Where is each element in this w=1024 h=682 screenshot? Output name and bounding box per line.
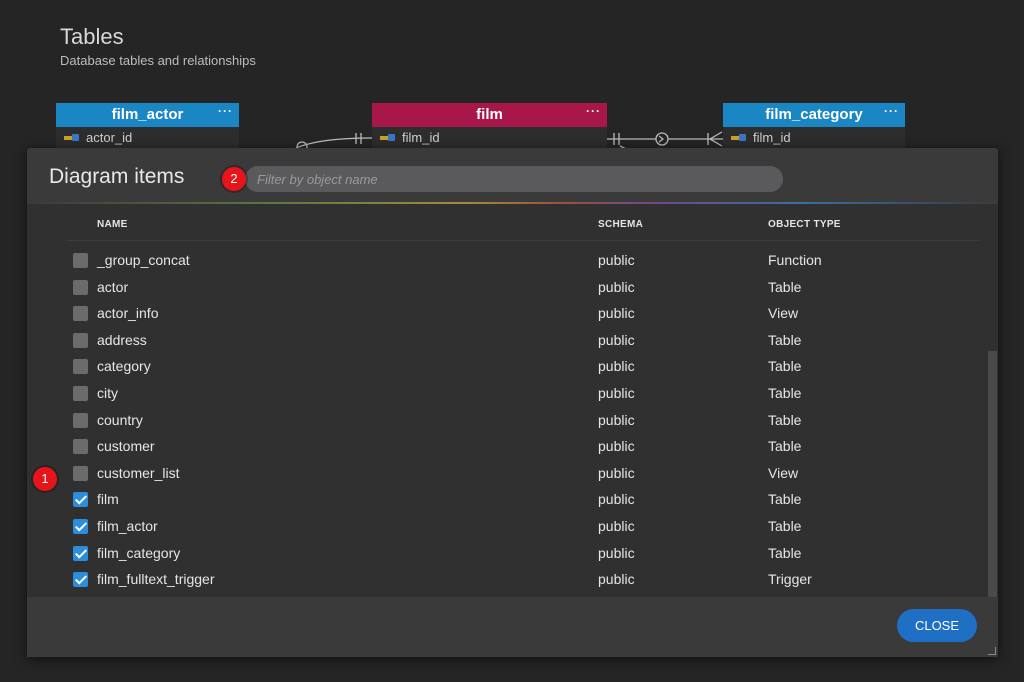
table-row[interactable]: actor_info public View [27, 301, 987, 327]
table-row[interactable]: category public Table [27, 354, 987, 380]
table-row[interactable]: _group_concat public Function [27, 248, 987, 274]
table-row[interactable]: customer public Table [27, 434, 987, 460]
items-list[interactable]: NAME SCHEMA OBJECT TYPE _group_concatpub… [27, 204, 987, 597]
row-type: Table [768, 438, 802, 455]
column-divider [67, 240, 979, 241]
row-schema: public [598, 411, 635, 428]
row-schema: public [598, 385, 635, 401]
row-checkbox[interactable] [73, 332, 88, 348]
filter-input[interactable] [245, 166, 783, 192]
row-checkbox[interactable] [73, 306, 88, 322]
row-type: Table [768, 491, 802, 508]
column-header-type[interactable]: OBJECT TYPE [768, 219, 841, 230]
table-row[interactable]: city public Table [27, 381, 987, 407]
dialog-footer: CLOSE [27, 597, 998, 657]
table-row[interactable]: film_fulltext_trigger public Trigger [27, 567, 987, 593]
row-checkbox[interactable] [73, 545, 88, 561]
row-type: Table [768, 411, 802, 428]
table-row[interactable]: film_actor public Table [27, 514, 987, 540]
row-type: Table [768, 278, 802, 295]
dialog-title: Diagram items [49, 165, 185, 188]
row-checkbox[interactable] [73, 439, 88, 455]
row-name: customer_list [97, 464, 180, 481]
row-name: address [97, 331, 147, 348]
row-checkbox[interactable] [73, 572, 88, 588]
resize-grip-icon[interactable] [988, 647, 996, 655]
row-checkbox[interactable] [73, 412, 88, 428]
row-schema: public [598, 331, 635, 348]
row-schema: public [598, 518, 635, 534]
annotation-badge-1: 1 [33, 467, 57, 491]
table-row[interactable]: film public Table [27, 487, 987, 513]
row-checkbox[interactable] [73, 519, 88, 534]
scrollbar[interactable] [987, 204, 998, 597]
row-checkbox[interactable] [73, 465, 88, 481]
row-type: Trigger [768, 571, 812, 588]
row-name: country [97, 411, 143, 428]
diagram-items-dialog: Diagram items NAME SCHEMA OBJECT TYPE _g… [27, 148, 998, 657]
row-schema: public [598, 464, 635, 481]
table-row[interactable]: customer_list public View [27, 461, 987, 487]
column-header-schema[interactable]: SCHEMA [598, 219, 643, 230]
row-type: Table [768, 544, 802, 561]
row-name: film [97, 491, 119, 508]
row-type: View [768, 464, 799, 481]
row-type: Table [768, 331, 802, 348]
row-schema: public [598, 438, 635, 455]
row-name: category [97, 358, 151, 375]
row-schema: public [598, 358, 635, 375]
row-name: city [97, 385, 118, 401]
row-type: Table [768, 385, 802, 401]
table-row[interactable]: film_category public Table [27, 541, 987, 567]
row-name: film_actor [97, 518, 158, 534]
row-name: _group_concat [97, 252, 190, 268]
row-name: actor_info [97, 305, 159, 322]
row-checkbox[interactable] [73, 359, 88, 375]
row-name: film_category [97, 544, 181, 561]
row-name: customer [97, 438, 155, 455]
column-header-name[interactable]: NAME [97, 219, 128, 230]
row-type: Table [768, 358, 802, 375]
row-schema: public [598, 571, 635, 588]
row-type: Function [768, 252, 822, 268]
row-schema: public [598, 491, 635, 508]
table-row[interactable]: address public Table [27, 328, 987, 354]
row-checkbox[interactable] [73, 386, 88, 401]
relationship-connector [295, 131, 723, 160]
table-row[interactable]: actor public Table [27, 275, 987, 301]
row-schema: public [598, 252, 635, 268]
row-type: Table [768, 518, 802, 534]
table-row[interactable]: country public Table [27, 408, 987, 434]
row-checkbox[interactable] [73, 253, 88, 268]
row-name: film_fulltext_trigger [97, 571, 215, 588]
row-schema: public [598, 278, 635, 295]
row-checkbox[interactable] [73, 279, 88, 295]
annotation-badge-2: 2 [222, 167, 246, 191]
close-button[interactable]: CLOSE [897, 609, 977, 642]
row-type: View [768, 305, 799, 322]
scroll-thumb[interactable] [988, 351, 997, 597]
row-schema: public [598, 305, 635, 322]
row-name: actor [97, 278, 129, 295]
row-checkbox[interactable] [73, 492, 88, 508]
row-schema: public [598, 544, 635, 561]
